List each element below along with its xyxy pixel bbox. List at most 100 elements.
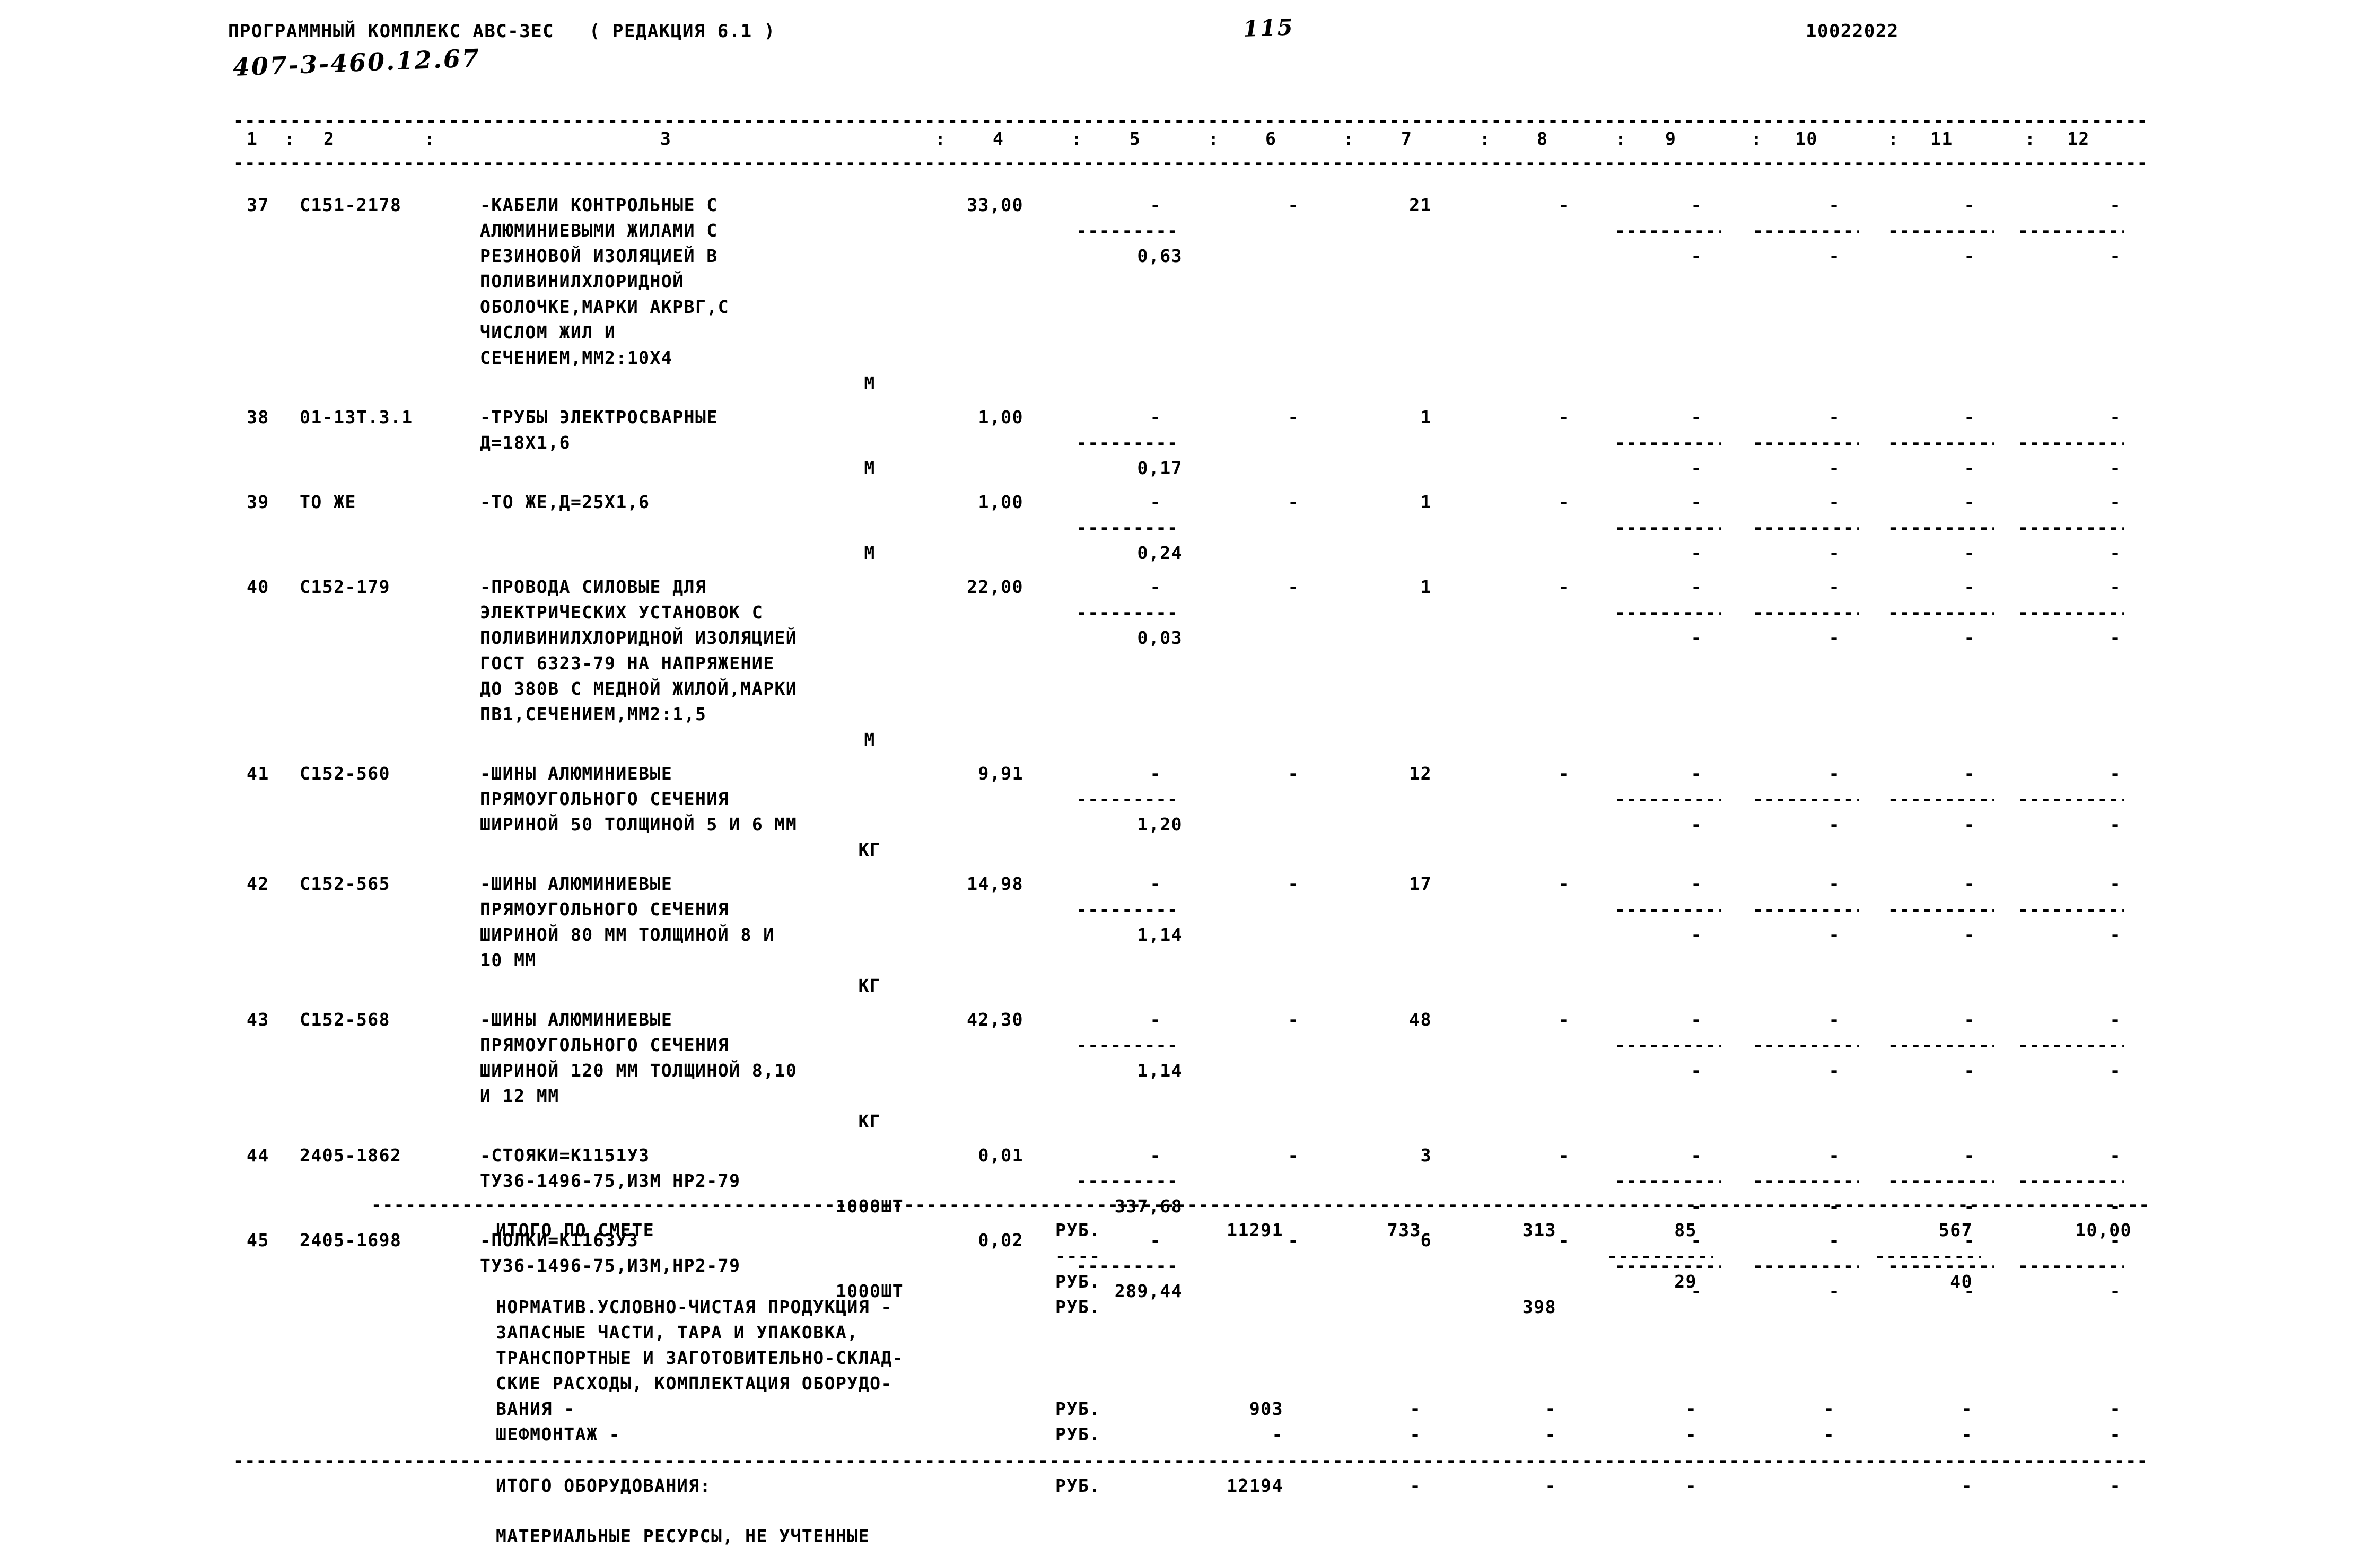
col-header-sep-11: : xyxy=(2025,128,2036,149)
row-col10: - xyxy=(1828,1009,1840,1030)
row-col9: - xyxy=(1691,873,1702,894)
row-col6: - xyxy=(1288,873,1299,894)
row-description: -КАБЕЛИ КОНТРОЛЬНЫЕ С xyxy=(480,195,718,215)
row-description: -ШИНЫ АЛЮМИНИЕВЫЕ xyxy=(480,1009,673,1030)
row-col5: - xyxy=(1150,407,1161,427)
row-col5: - xyxy=(1150,1009,1161,1030)
row-description-cont: СЕЧЕНИЕМ,ММ2:10Х4 xyxy=(480,347,673,368)
equipment-total-c11: - xyxy=(1961,1475,1973,1496)
row-col11: - xyxy=(1964,873,1975,894)
row-description-cont: АЛЮМИНИЕВЫМИ ЖИЛАМИ С xyxy=(480,220,718,241)
vania-c9: - xyxy=(1685,1398,1697,1419)
total-c9-rule: ---------- xyxy=(1607,1247,1713,1265)
row-qty: 14,98 xyxy=(967,873,1023,894)
row-col12: - xyxy=(2110,407,2121,427)
row-sep-col12: ---------- xyxy=(2018,519,2124,536)
row-description: -ТО ЖЕ,Д=25Х1,6 xyxy=(480,492,650,512)
col-header-7: 7 xyxy=(1401,128,1413,149)
row-description-cont: ПРЯМОУГОЛЬНОГО СЕЧЕНИЯ xyxy=(480,789,730,809)
row-description-cont: ШИРИНОЙ 80 ММ ТОЛЩИНОЙ 8 И xyxy=(480,924,775,945)
row-description: -ПРОВОДА СИЛОВЫЕ ДЛЯ xyxy=(480,576,707,597)
row-sep-col10: ---------- xyxy=(1753,1257,1859,1274)
row-col7: 12 xyxy=(1409,763,1432,784)
row-sep-col11: ---------- xyxy=(1888,790,1994,808)
col-header-sep-3: : xyxy=(935,128,947,149)
row-col10: - xyxy=(1828,1145,1840,1166)
row-col9: - xyxy=(1691,407,1702,427)
row-sep-col5: ---------- xyxy=(1077,519,1180,536)
col-header-12: 12 xyxy=(2067,128,2090,149)
row-sep-col5: ---------- xyxy=(1077,900,1180,918)
row-subvalue: 0,03 xyxy=(1137,627,1183,648)
row-description-cont: ПВ1,СЕЧЕНИЕМ,ММ2:1,5 xyxy=(480,704,707,724)
extra-line-2: ТРАНСПОРТНЫЕ И ЗАГОТОВИТЕЛЬНО-СКЛАД- xyxy=(496,1348,904,1368)
row-description: -ШИНЫ АЛЮМИНИЕВЫЕ xyxy=(480,873,673,894)
row-col10: - xyxy=(1828,195,1840,215)
extra-line-1: ЗАПАСНЫЕ ЧАСТИ, ТАРА И УПАКОВКА, xyxy=(496,1322,859,1343)
row-sub-col10: - xyxy=(1828,1060,1840,1081)
vania-c10: - xyxy=(1823,1398,1835,1419)
row-qty: 33,00 xyxy=(967,195,1023,215)
shefmontazh-label: ШЕФМОНТАЖ - xyxy=(496,1424,621,1445)
row-sub-col10: - xyxy=(1828,924,1840,945)
row-sub-col12: - xyxy=(2110,458,2121,478)
row-sep-col12: ---------- xyxy=(2018,434,2124,451)
row-col6: - xyxy=(1288,1009,1299,1030)
shefmontazh-c12: - xyxy=(2110,1424,2121,1445)
row-sep-col11: ---------- xyxy=(1888,1036,1994,1054)
row-sub-col10: - xyxy=(1828,543,1840,563)
row-unit: М xyxy=(864,458,876,478)
row-sub-col11: - xyxy=(1964,627,1975,648)
equipment-total-c8: - xyxy=(1545,1475,1556,1496)
row-col9: - xyxy=(1691,1009,1702,1030)
row-sub-col10: - xyxy=(1828,458,1840,478)
row-col7: 3 xyxy=(1420,1145,1432,1166)
col-header-2: 2 xyxy=(323,128,335,149)
row-sep-col10: ---------- xyxy=(1753,434,1859,451)
total-itogo-c12: 10,00 xyxy=(2075,1220,2132,1240)
row-col8: - xyxy=(1558,873,1570,894)
program-title: ПРОГРАММНЫЙ КОМПЛЕКС АВС-ЗЕС ( РЕДАКЦИЯ … xyxy=(228,21,776,42)
shefmontazh-c6: - xyxy=(1272,1424,1283,1445)
total-itogo-c8: 313 xyxy=(1522,1220,1556,1240)
row-description: -СТОЯКИ=К1151У3 xyxy=(480,1145,650,1166)
row-description-cont: ПОЛИВИНИЛХЛОРИДНОЙ xyxy=(480,271,684,292)
row-description-cont: ГОСТ 6323-79 НА НАПРЯЖЕНИЕ xyxy=(480,653,775,673)
normativ-label: НОРМАТИВ.УСЛОВНО-ЧИСТАЯ ПРОДУКЦИЯ - xyxy=(496,1297,892,1317)
row-unit: М xyxy=(864,729,876,750)
row-col5: - xyxy=(1150,195,1161,215)
vania-c8: - xyxy=(1545,1398,1556,1419)
total-sub-c11: 40 xyxy=(1950,1271,1973,1292)
row-col7: 21 xyxy=(1409,195,1432,215)
col-header-sep-9: : xyxy=(1751,128,1763,149)
row-sep-col12: ---------- xyxy=(2018,603,2124,621)
row-sep-col9: ---------- xyxy=(1615,222,1721,239)
row-col8: - xyxy=(1558,1145,1570,1166)
row-qty: 9,91 xyxy=(978,763,1023,784)
row-sep-col9: ---------- xyxy=(1615,900,1721,918)
vania-c12: - xyxy=(2110,1398,2121,1419)
row-sub-col11: - xyxy=(1964,458,1975,478)
total-sub-c9: 29 xyxy=(1674,1271,1697,1292)
row-sep-col12: ---------- xyxy=(2018,1257,2124,1274)
row-col5: - xyxy=(1150,873,1161,894)
shefmontazh-unit: РУБ. xyxy=(1055,1424,1101,1445)
total-itogo-c7: 733 xyxy=(1387,1220,1421,1240)
row-sub-col10: - xyxy=(1828,246,1840,266)
extra-line-3: СКИЕ РАСХОДЫ, КОМПЛЕКТАЦИЯ ОБОРУДО- xyxy=(496,1373,892,1394)
row-sep-col10: ---------- xyxy=(1753,1172,1859,1189)
row-col12: - xyxy=(2110,1009,2121,1030)
row-number: 38 xyxy=(247,407,269,427)
row-sub-col12: - xyxy=(2110,1281,2121,1301)
row-col10: - xyxy=(1828,576,1840,597)
row-sep-col5: ---------- xyxy=(1077,790,1180,808)
row-sep-col5: ---------- xyxy=(1077,222,1180,239)
col-header-9: 9 xyxy=(1665,128,1677,149)
row-sep-col10: ---------- xyxy=(1753,519,1859,536)
row-subvalue: 1,14 xyxy=(1137,924,1183,945)
totals-top-rule: ----------------------------------------… xyxy=(371,1196,2148,1213)
row-col6: - xyxy=(1288,576,1299,597)
row-sub-col9: - xyxy=(1691,627,1702,648)
row-description-cont: ПРЯМОУГОЛЬНОГО СЕЧЕНИЯ xyxy=(480,1035,730,1055)
row-col8: - xyxy=(1558,763,1570,784)
